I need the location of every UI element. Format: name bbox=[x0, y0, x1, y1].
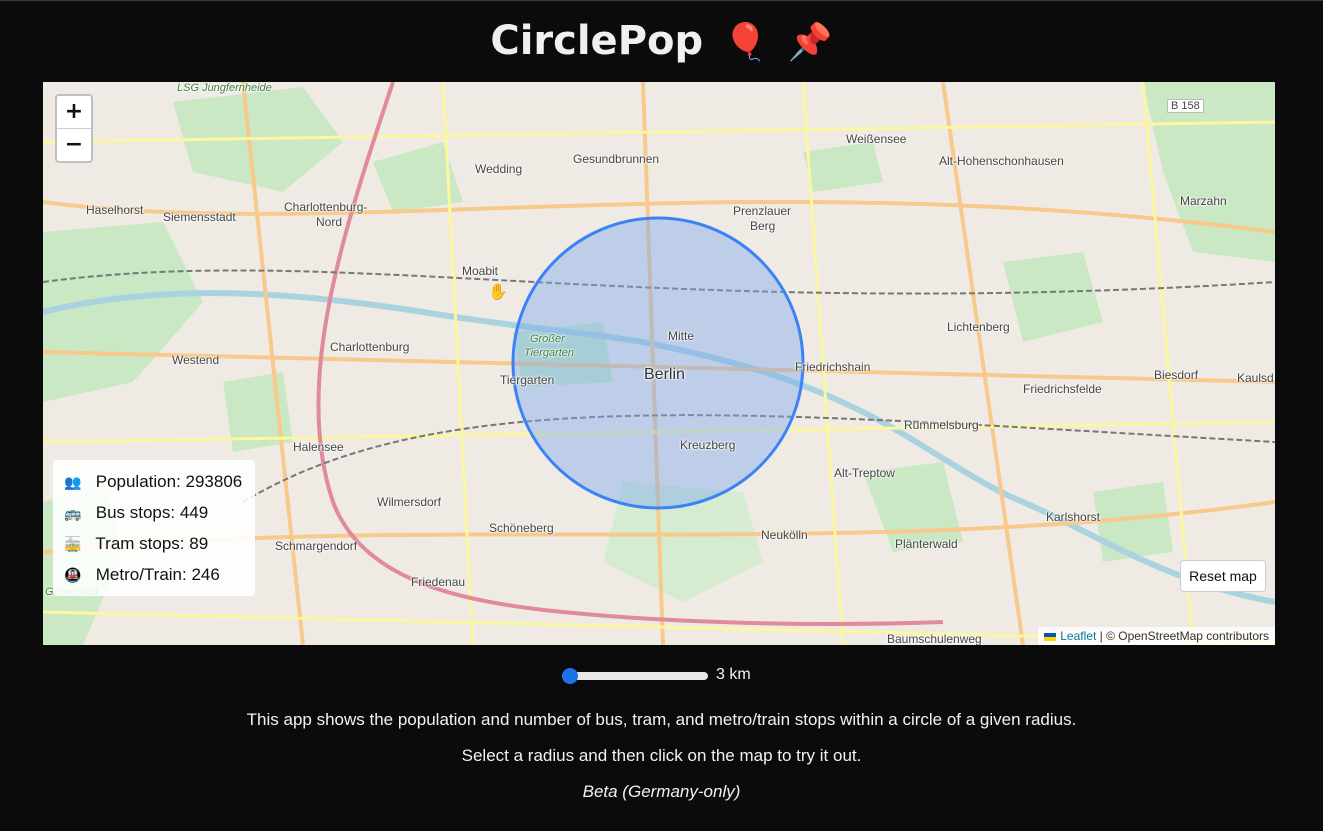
map-label-rummelsburg: Rummelsburg bbox=[904, 418, 979, 432]
stat-population: 👥 Population: 293806 bbox=[53, 466, 255, 497]
map-label-alt-hohenschonhausen: Alt-Hohenschonhausen bbox=[939, 154, 1064, 168]
app-title: CirclePop 🎈 📌 bbox=[0, 14, 1323, 70]
map-label-moabit: Moabit bbox=[462, 264, 499, 278]
osm-attribution: © OpenStreetMap contributors bbox=[1106, 629, 1269, 643]
map-label-friedrichsfelde: Friedrichsfelde bbox=[1023, 382, 1102, 396]
map-label-mitte: Mitte bbox=[668, 329, 695, 343]
stat-metro-text: Metro/Train: 246 bbox=[95, 565, 220, 584]
description-line-2: Select a radius and then click on the ma… bbox=[461, 746, 862, 765]
hand-cursor-icon: ✋ bbox=[488, 284, 508, 301]
map-label-charlottenburg: Charlottenburg bbox=[330, 340, 410, 354]
map-label-b158: B 158 bbox=[1167, 99, 1204, 113]
map-label-schmargendorf: Schmargendorf bbox=[275, 539, 358, 553]
zoom-out-button[interactable]: − bbox=[57, 128, 91, 161]
map-label-prenzlauer: Prenzlauer bbox=[733, 204, 792, 218]
map-label-berg: Berg bbox=[750, 219, 776, 233]
app-title-text: CirclePop bbox=[490, 18, 704, 64]
map-label-lichtenberg: Lichtenberg bbox=[947, 320, 1010, 334]
beta-note: Beta (Germany-only) bbox=[582, 782, 741, 801]
stat-bus: 🚌 Bus stops: 449 bbox=[53, 497, 255, 528]
tram-icon: 🚋 bbox=[64, 536, 82, 552]
map-label-charlottenburg-nord-1: Charlottenburg- bbox=[284, 200, 368, 214]
map-label-biesdorf: Biesdorf bbox=[1154, 368, 1199, 382]
people-icon: 👥 bbox=[64, 474, 82, 490]
map-label-friedenau: Friedenau bbox=[411, 575, 466, 589]
map-label-gesundbrunnen: Gesundbrunnen bbox=[573, 152, 660, 166]
stat-tram-text: Tram stops: 89 bbox=[95, 534, 209, 553]
description-line-1: This app shows the population and number… bbox=[246, 710, 1077, 729]
map-label-weissensee: Weißensee bbox=[846, 132, 907, 146]
map-label-lsg: LSG Jungfernheide bbox=[177, 82, 272, 94]
map-label-haselhorst: Haselhorst bbox=[86, 203, 144, 217]
bus-icon: 🚌 bbox=[64, 505, 82, 521]
map-label-kreuzberg: Kreuzberg bbox=[680, 438, 736, 452]
radius-slider-group: 3 km bbox=[562, 664, 772, 688]
map-label-halensee: Halensee bbox=[293, 440, 344, 454]
map-label-berlin: Berlin bbox=[644, 366, 685, 383]
map-container[interactable]: Berlin Mitte Moabit Wedding Gesundbrunne… bbox=[43, 82, 1275, 645]
reset-map-button[interactable]: Reset map bbox=[1180, 560, 1266, 592]
radius-slider-thumb[interactable] bbox=[562, 668, 578, 684]
leaflet-link[interactable]: Leaflet bbox=[1060, 629, 1096, 643]
map-label-planterwald: Plänterwald bbox=[895, 537, 958, 551]
map-label-grosser: Großer bbox=[530, 333, 565, 345]
radius-value: 3 km bbox=[716, 666, 751, 683]
stat-population-text: Population: 293806 bbox=[95, 472, 243, 491]
radius-slider-track[interactable] bbox=[562, 672, 708, 680]
zoom-in-button[interactable]: + bbox=[57, 96, 91, 128]
window-top-border bbox=[0, 0, 1323, 1]
map-label-neukolln: Neukölln bbox=[761, 528, 808, 542]
map-label-wilmersdorf: Wilmersdorf bbox=[377, 495, 442, 509]
metro-icon: 🚇 bbox=[64, 567, 82, 583]
map-label-siemensstadt: Siemensstadt bbox=[163, 210, 236, 224]
map-label-wedding: Wedding bbox=[475, 162, 523, 176]
map-label-westend: Westend bbox=[172, 353, 220, 367]
map-label-marzahn: Marzahn bbox=[1180, 194, 1227, 208]
stat-tram: 🚋 Tram stops: 89 bbox=[53, 528, 255, 559]
map-label-karlshorst: Karlshorst bbox=[1046, 510, 1101, 524]
ukraine-flag-icon bbox=[1044, 632, 1057, 641]
map-label-tiergarten-park: Tiergarten bbox=[524, 347, 575, 359]
radius-circle bbox=[511, 216, 805, 510]
map-label-charlottenburg-nord-2: Nord bbox=[316, 215, 343, 229]
map-attribution: Leaflet | © OpenStreetMap contributors bbox=[1038, 627, 1275, 645]
stat-bus-text: Bus stops: 449 bbox=[95, 503, 209, 522]
map-label-friedrichshain: Friedrichshain bbox=[795, 360, 871, 374]
map-label-alt-treptow: Alt-Treptow bbox=[834, 466, 895, 480]
map-label-schoneberg: Schöneberg bbox=[489, 521, 554, 535]
stats-panel: 👥 Population: 293806 🚌 Bus stops: 449 🚋 … bbox=[53, 460, 255, 596]
pushpin-icon: 📌 bbox=[787, 22, 833, 63]
zoom-control: + − bbox=[55, 94, 93, 163]
map-label-kaulsd: Kaulsd bbox=[1237, 371, 1274, 385]
balloon-icon: 🎈 bbox=[723, 22, 768, 63]
map-label-tiergarten: Tiergarten bbox=[500, 373, 555, 387]
map-label-baumschulenweg: Baumschulenweg bbox=[887, 632, 982, 645]
attribution-separator: | bbox=[1096, 629, 1107, 643]
stat-metro: 🚇 Metro/Train: 246 bbox=[53, 559, 255, 590]
